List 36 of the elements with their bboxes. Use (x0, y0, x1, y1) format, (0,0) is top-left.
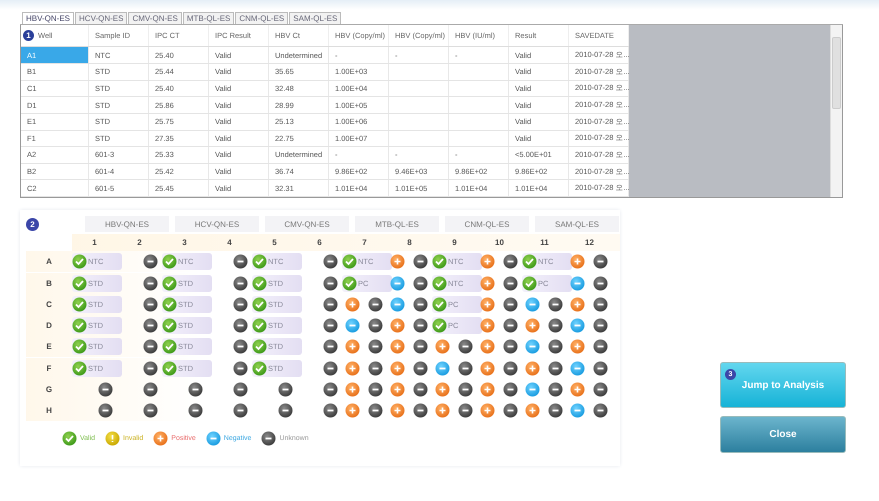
assay-header: CNM-QL-ES (445, 216, 529, 232)
row-letter: B (46, 278, 52, 288)
assay-header: SAM-QL-ES (535, 216, 619, 232)
tab[interactable]: SAM-QL-ES (289, 12, 342, 24)
row-letter: G (46, 385, 52, 394)
step-badge: 2 (26, 218, 39, 230)
row-letter: E (46, 342, 52, 352)
column-number: 3 (182, 238, 187, 247)
row-letter: H (46, 406, 52, 416)
row-letter: C (46, 300, 52, 309)
scrollbar[interactable] (830, 25, 842, 197)
column-number: 11 (540, 238, 549, 247)
column-number: 6 (317, 238, 322, 247)
row-letter: D (46, 321, 52, 330)
column-number: 9 (452, 238, 457, 247)
tab[interactable]: HBV-QN-ES (22, 12, 74, 24)
assay-header: HBV-QN-ES (85, 216, 169, 232)
column-number: 2 (137, 238, 142, 247)
column-number: 12 (585, 238, 594, 247)
row-letter: A (46, 257, 52, 266)
column-number: 5 (272, 238, 277, 247)
close-button[interactable]: Close (720, 416, 846, 453)
row-letter: F (46, 364, 52, 373)
column-number: 4 (227, 238, 232, 247)
column-number: 1 (92, 238, 97, 247)
step-badge: 1 (23, 30, 34, 42)
assay-header: CMV-QN-ES (265, 216, 349, 232)
tab[interactable]: CMV-QN-ES (128, 12, 182, 24)
tab[interactable]: CNM-QL-ES (235, 12, 288, 24)
column-number: 7 (362, 238, 367, 247)
column-number: 10 (495, 238, 504, 247)
assay-header: MTB-QL-ES (355, 216, 439, 232)
tab[interactable]: MTB-QL-ES (182, 12, 234, 24)
tab[interactable]: HCV-QN-ES (75, 12, 128, 24)
assay-header: HCV-QN-ES (175, 216, 259, 232)
column-number: 8 (407, 238, 412, 247)
